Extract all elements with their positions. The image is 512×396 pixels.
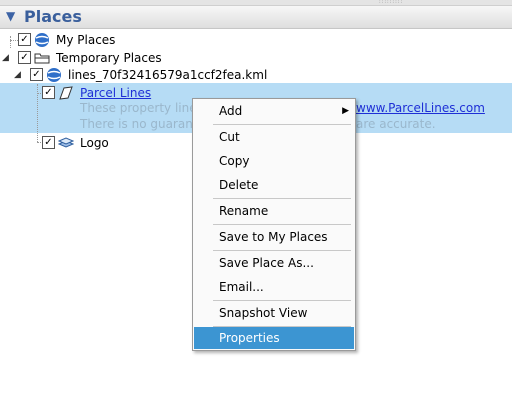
tree-item-label: Temporary Places (56, 51, 162, 65)
checkbox-icon[interactable]: ✓ (42, 136, 55, 149)
menu-item-snapshot-view[interactable]: Snapshot View (194, 302, 354, 324)
tree-item-my-places[interactable]: ✓ My Places (0, 31, 300, 49)
globe-icon (35, 33, 49, 47)
menu-separator (213, 124, 351, 125)
submenu-arrow-icon: ▶ (342, 106, 349, 116)
kml-globe-icon (47, 68, 61, 82)
description-line-1: These property line (80, 101, 197, 115)
folder-icon (34, 53, 50, 64)
menu-separator (213, 300, 351, 301)
menu-item-email[interactable]: Email... (194, 276, 354, 298)
tree-item-kml-file[interactable]: ◢ ✓ lines_70f32416579a1ccf2fea.kml (0, 66, 300, 84)
menu-item-delete[interactable]: Delete (194, 174, 354, 196)
collapse-arrow-icon[interactable]: ▼ (6, 9, 15, 23)
expand-arrow-icon[interactable]: ◢ (14, 66, 21, 84)
menu-item-properties[interactable]: Properties (194, 327, 354, 349)
checkbox-icon[interactable]: ✓ (18, 33, 31, 46)
menu-item-save-to-my-places[interactable]: Save to My Places (194, 226, 354, 248)
menu-item-rename[interactable]: Rename (194, 200, 354, 222)
parcel-lines-link[interactable]: Parcel Lines (80, 84, 151, 102)
menu-item-save-place-as[interactable]: Save Place As... (194, 252, 354, 274)
layers-icon (58, 137, 74, 148)
menu-item-add[interactable]: Add ▶ (194, 100, 354, 122)
menu-separator (213, 198, 351, 199)
tree-item-temporary-places[interactable]: ◢ ✓ Temporary Places (0, 49, 300, 67)
checkbox-icon[interactable]: ✓ (42, 86, 55, 99)
description-line-2: There is no guarant (80, 117, 198, 131)
tree-item-label: lines_70f32416579a1ccf2fea.kml (68, 68, 268, 82)
checkbox-icon[interactable]: ✓ (18, 51, 31, 64)
expand-arrow-icon[interactable]: ◢ (2, 49, 9, 67)
menu-separator (213, 224, 351, 225)
context-menu: Add ▶ Cut Copy Delete Rename Save to My P… (192, 98, 356, 351)
menu-separator (213, 250, 351, 251)
description-line-2-end: are accurate. (356, 117, 436, 131)
parcel-lines-website-link[interactable]: www.ParcelLines.com (356, 101, 485, 115)
grip-icon[interactable]: ::::::::: (379, 0, 403, 5)
menu-item-copy[interactable]: Copy (194, 150, 354, 172)
panel-title: Places (24, 7, 82, 26)
checkbox-icon[interactable]: ✓ (30, 68, 43, 81)
menu-item-cut[interactable]: Cut (194, 126, 354, 148)
polygon-icon (59, 86, 73, 100)
tree-item-label: My Places (56, 33, 116, 47)
places-header[interactable]: ▼ Places (0, 6, 512, 29)
tree-item-label: Logo (80, 136, 109, 150)
